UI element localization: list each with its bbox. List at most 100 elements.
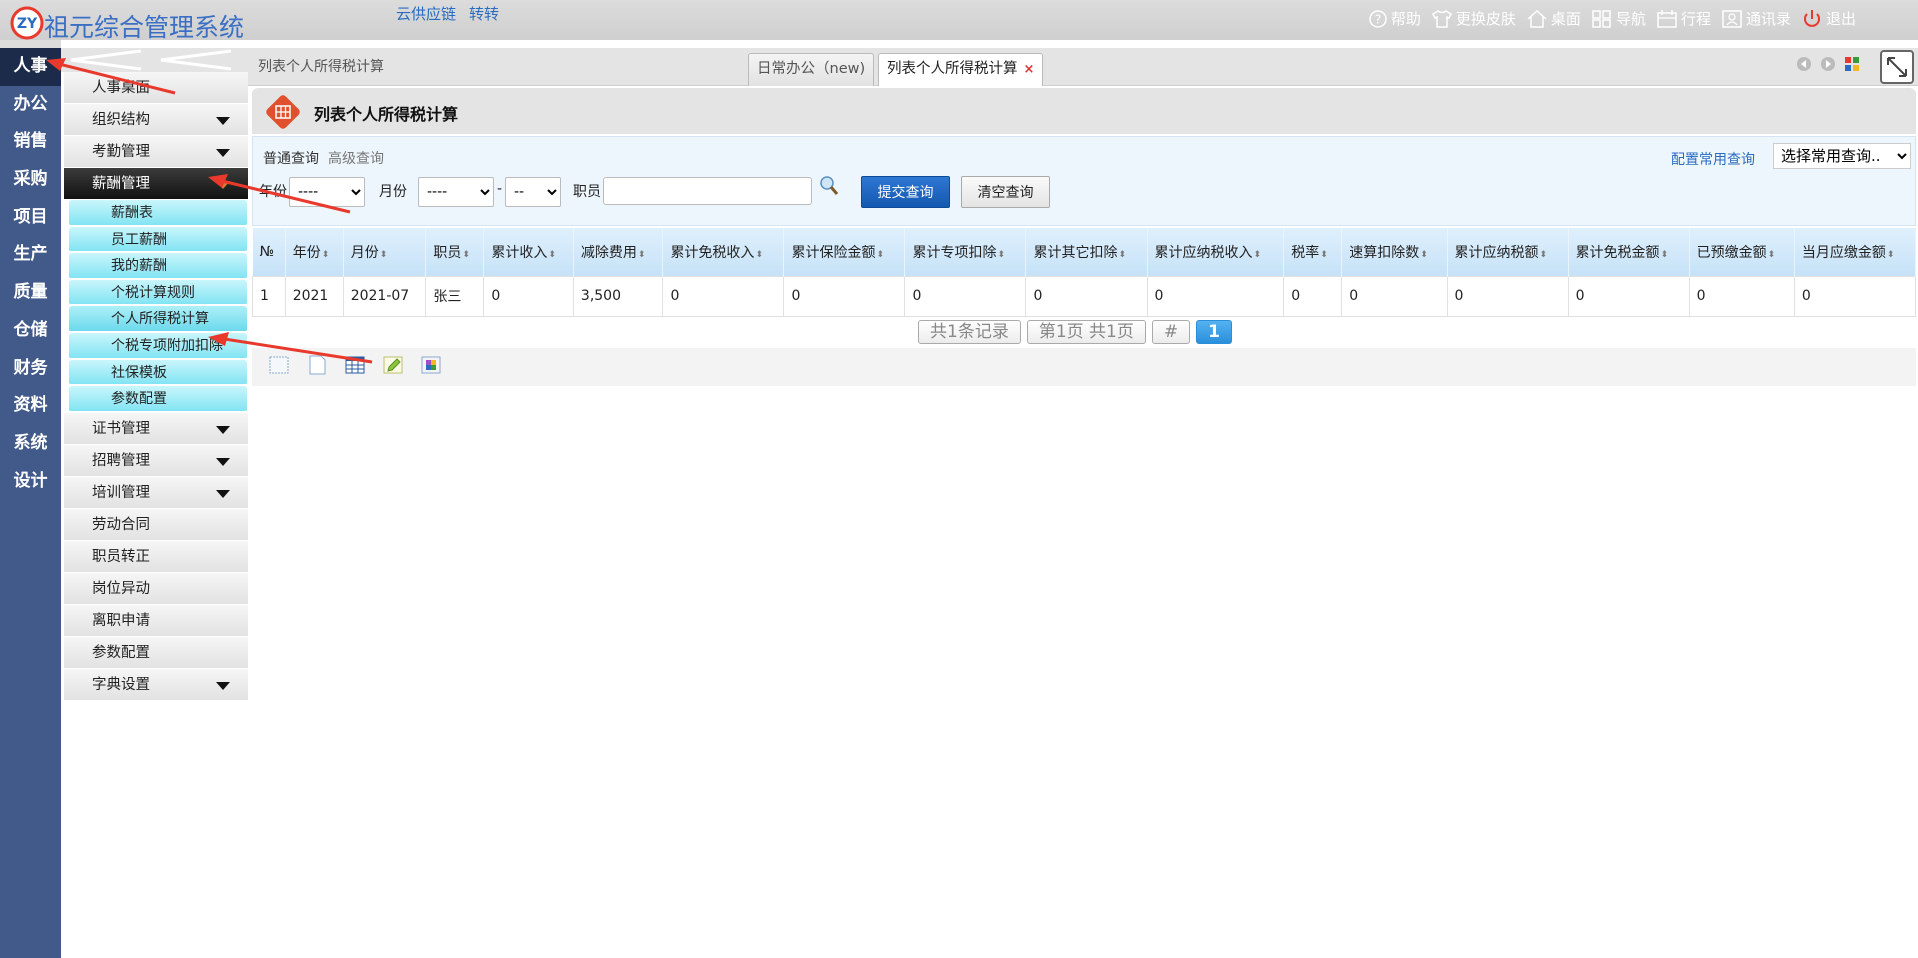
tab-advanced-query[interactable]: 高级查询 — [328, 148, 384, 168]
sidebar-item-certificates[interactable]: 证书管理 — [64, 412, 248, 445]
sidebar-item-hr-params[interactable]: 参数配置 — [64, 636, 248, 669]
help-button[interactable]: ? 帮助 — [1368, 8, 1421, 29]
sidebar-item-hr-desktop[interactable]: 人事桌面 — [64, 72, 248, 104]
column-header[interactable]: 已预缴金额⬍ — [1689, 228, 1795, 276]
table-row[interactable]: 1 2021 2021-07 张三 0 3,500 0 0 0 0 0 0 0 0 0 0 0 — [252, 275, 1917, 317]
module-office[interactable]: 办公 — [0, 86, 61, 124]
table-view-icon[interactable] — [344, 354, 366, 376]
tab-daily-office[interactable]: 日常办公（new) — [748, 53, 875, 86]
sidebar-subitem-employee-salary[interactable]: 员工薪酬 — [69, 226, 247, 254]
module-warehouse[interactable]: 仓储 — [0, 312, 61, 350]
module-quality[interactable]: 质量 — [0, 274, 61, 312]
sidebar-subitem-income-tax[interactable]: 个人所得税计算 — [69, 306, 247, 333]
close-icon[interactable]: × — [1024, 62, 1035, 77]
month-end-select[interactable]: -- — [505, 177, 561, 207]
page-current[interactable]: 1 — [1196, 320, 1232, 344]
sidebar-item-salary[interactable]: 薪酬管理 — [64, 168, 248, 200]
column-header[interactable]: 月份⬍ — [343, 228, 427, 276]
navigation-button[interactable]: 导航 — [1591, 8, 1646, 29]
column-header[interactable]: 税率⬍ — [1283, 228, 1343, 276]
module-documents[interactable]: 资料 — [0, 387, 61, 425]
page-jump[interactable]: # — [1151, 320, 1191, 344]
arrow-right-circle-icon[interactable] — [1820, 56, 1836, 72]
module-system[interactable]: 系统 — [0, 425, 61, 463]
sidebar-item-labor-contract[interactable]: 劳动合同 — [64, 508, 248, 541]
module-sales[interactable]: 销售 — [0, 123, 61, 161]
table-cell: 3,500 — [572, 275, 664, 317]
column-header[interactable]: 职员⬍ — [425, 228, 485, 276]
edit-pencil-icon[interactable] — [382, 354, 404, 376]
change-skin-button[interactable]: 更换皮肤 — [1431, 8, 1516, 29]
supply-chain-link[interactable]: 云供应链 — [396, 3, 456, 24]
clear-query-button[interactable]: 清空查询 — [961, 176, 1050, 208]
sidebar-subitem-special-deduction[interactable]: 个税专项附加扣除 — [69, 332, 247, 360]
page-title: 列表个人所得税计算 — [314, 105, 459, 124]
sidebar-subitem-social-insurance[interactable]: 社保模板 — [69, 359, 247, 387]
zhuanzhuan-link[interactable]: 转转 — [469, 3, 499, 24]
sort-icon: ⬍ — [379, 249, 388, 260]
sidebar-subitem-params[interactable]: 参数配置 — [69, 386, 247, 413]
caret-down-icon — [216, 425, 230, 434]
column-header[interactable]: 累计免税金额⬍ — [1568, 228, 1690, 276]
power-icon — [1804, 9, 1820, 27]
sidebar-item-transfer[interactable]: 岗位异动 — [64, 572, 248, 605]
config-common-query-link[interactable]: 配置常用查询 — [1671, 149, 1755, 169]
sidebar-item-resignation[interactable]: 离职申请 — [64, 604, 248, 637]
module-design[interactable]: 设计 — [0, 463, 61, 501]
sort-icon: ⬍ — [755, 249, 763, 260]
module-hr[interactable]: 人事 — [0, 48, 61, 86]
column-header[interactable]: 累计收入⬍ — [483, 228, 574, 276]
tab-income-tax-list[interactable]: 列表个人所得税计算 × — [878, 53, 1044, 86]
sidebar-item-training[interactable]: 培训管理 — [64, 476, 248, 509]
tab-menu-icon[interactable] — [1844, 56, 1860, 72]
sidebar-collapse-handle[interactable] — [61, 48, 248, 72]
submit-query-button[interactable]: 提交查询 — [861, 176, 950, 208]
table-header-row: № 年份⬍ 月份⬍ 职员⬍ 累计收入⬍ 减除费用⬍ 累计免税收入⬍ 累计保险金额⬍ 累计专项扣除… — [252, 228, 1917, 276]
schedule-button[interactable]: 行程 — [1656, 8, 1711, 29]
caret-down-icon — [216, 181, 230, 189]
puzzle-settings-icon[interactable] — [420, 354, 442, 376]
sidebar-item-attendance[interactable]: 考勤管理 — [64, 136, 248, 168]
employee-input[interactable] — [603, 177, 812, 205]
app-title: 祖元综合管理系统 — [44, 13, 245, 42]
sidebar-subitem-tax-rules[interactable]: 个税计算规则 — [69, 279, 247, 307]
column-header[interactable]: 累计应纳税收入⬍ — [1147, 228, 1285, 276]
column-header[interactable]: 累计免税收入⬍ — [662, 228, 785, 276]
column-header[interactable]: 累计专项扣除⬍ — [904, 228, 1027, 276]
arrow-left-circle-icon[interactable] — [1796, 56, 1812, 72]
sidebar-item-recruitment[interactable]: 招聘管理 — [64, 444, 248, 477]
module-rail: 人事 办公 销售 采购 项目 生产 质量 仓储 财务 资料 系统 设计 — [0, 48, 61, 958]
search-icon[interactable] — [819, 175, 839, 197]
contacts-button[interactable]: 通讯录 — [1721, 8, 1791, 29]
module-purchase[interactable]: 采购 — [0, 161, 61, 199]
sidebar-subitem-salary-table[interactable]: 薪酬表 — [69, 200, 247, 227]
month-start-select[interactable]: ---- — [418, 177, 494, 207]
column-header[interactable]: 年份⬍ — [285, 228, 344, 276]
breadcrumb: 列表个人所得税计算 — [258, 59, 384, 75]
sidebar-item-org-structure[interactable]: 组织结构 — [64, 104, 248, 136]
column-header[interactable]: 当月应缴金额⬍ — [1794, 228, 1917, 276]
fullscreen-button[interactable] — [1880, 50, 1914, 84]
column-header[interactable]: 累计其它扣除⬍ — [1025, 228, 1148, 276]
module-project[interactable]: 项目 — [0, 199, 61, 237]
module-production[interactable]: 生产 — [0, 236, 61, 274]
blank-page-icon[interactable] — [306, 354, 328, 376]
column-header[interactable]: 减除费用⬍ — [573, 228, 664, 276]
column-header[interactable]: № — [252, 228, 286, 276]
sidebar-item-dictionary[interactable]: 字典设置 — [64, 668, 248, 701]
common-query-select[interactable]: 选择常用查询.. — [1773, 143, 1911, 169]
tab-normal-query[interactable]: 普通查询 — [263, 148, 319, 168]
sidebar-subitem-my-salary[interactable]: 我的薪酬 — [69, 253, 247, 280]
column-header[interactable]: 累计应纳税额⬍ — [1447, 228, 1569, 276]
logout-button[interactable]: 退出 — [1801, 8, 1856, 29]
desktop-button[interactable]: 桌面 — [1526, 8, 1581, 29]
year-select[interactable]: ---- — [289, 177, 365, 207]
add-row-icon[interactable] — [268, 354, 290, 376]
column-header[interactable]: 速算扣除数⬍ — [1341, 228, 1448, 276]
column-header[interactable]: 累计保险金额⬍ — [783, 228, 906, 276]
query-panel: 普通查询 高级查询 配置常用查询 选择常用查询.. 年份 ---- 月份 ---… — [252, 136, 1916, 226]
sort-icon: ⬍ — [462, 249, 470, 260]
module-finance[interactable]: 财务 — [0, 350, 61, 388]
top-right-menu: ? 帮助 更换皮肤 桌面 导航 行程 通讯录 退出 — [1368, 8, 1856, 29]
sidebar-item-regularization[interactable]: 职员转正 — [64, 540, 248, 573]
